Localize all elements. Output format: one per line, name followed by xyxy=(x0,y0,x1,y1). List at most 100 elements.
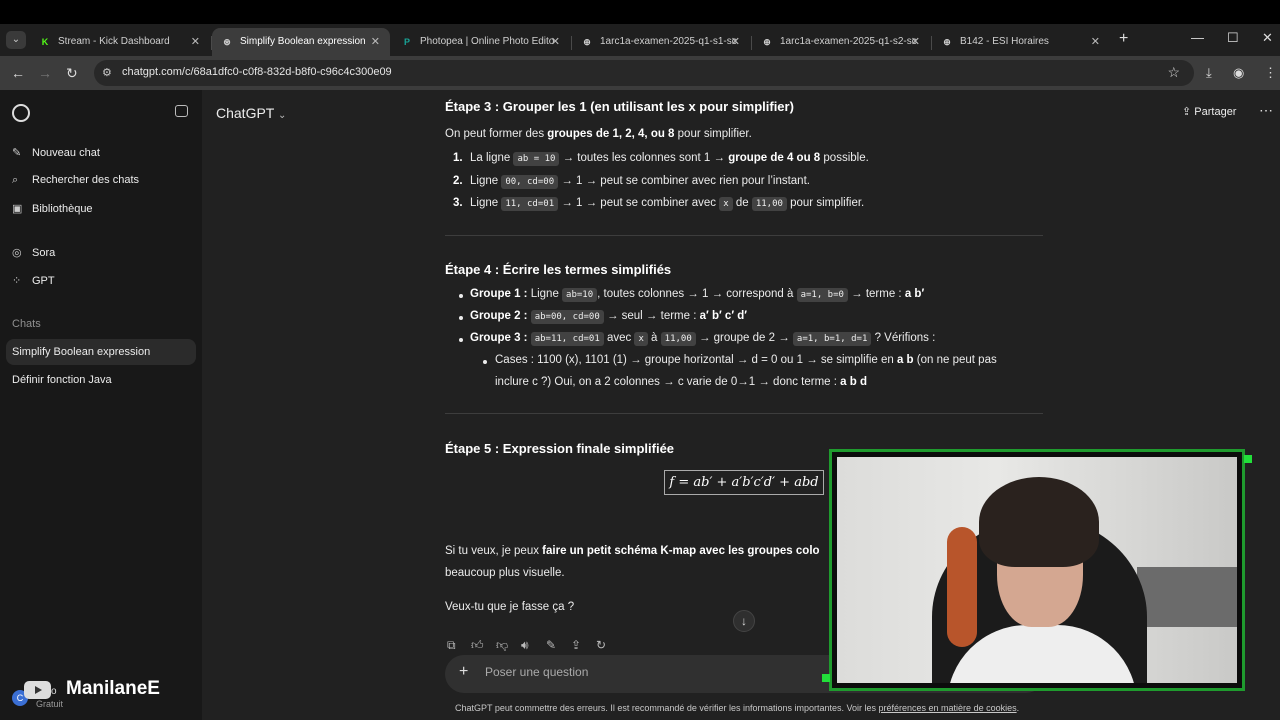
tab-simplify-boolean[interactable]: ⊛ Simplify Boolean expression ✕ xyxy=(212,28,390,56)
webcam-overlay xyxy=(829,449,1245,691)
back-icon[interactable]: ← xyxy=(11,65,25,81)
forward-icon[interactable]: → xyxy=(38,65,52,81)
tab-title: B142 - ESI Horaires xyxy=(960,36,1049,47)
chat-item-java[interactable]: Définir fonction Java xyxy=(6,367,196,393)
scroll-down-button[interactable]: ↓ xyxy=(733,610,755,632)
maximize-icon[interactable]: ☐ xyxy=(1227,30,1239,46)
step4-title: Étape 4 : Écrire les termes simplifiés xyxy=(445,262,672,277)
minimize-icon[interactable]: — xyxy=(1191,30,1204,45)
step5-title: Étape 5 : Expression finale simplifiée xyxy=(445,441,675,456)
tab-kick-dashboard[interactable]: K Stream - Kick Dashboard ✕ xyxy=(30,28,210,56)
sidebar-item-gpt[interactable]: ⁘ GPT xyxy=(12,274,55,287)
tab-title: Photopea | Online Photo Edito xyxy=(420,36,555,47)
tab-bar: ⌄ K Stream - Kick Dashboard ✕ ⊛ Simplify… xyxy=(0,24,1280,56)
divider xyxy=(445,413,1043,414)
sidebar: ✎ Nouveau chat ⌕ Rechercher des chats ▣ Bib… xyxy=(0,90,202,720)
library-icon: ▣ xyxy=(12,203,23,215)
gpt-grid-icon: ⁘ xyxy=(12,275,22,287)
sora-icon: ◎ xyxy=(12,247,22,259)
close-icon[interactable]: ✕ xyxy=(191,28,200,56)
profile-icon[interactable]: ◉ xyxy=(1233,65,1244,81)
overlay-corner-marker xyxy=(1244,455,1252,463)
thumbs-up-icon[interactable]: 👍︎ xyxy=(471,638,484,653)
offer-text: Si tu veux, je peux faire un petit schém… xyxy=(445,545,820,557)
chats-heading: Chats xyxy=(12,318,41,330)
site-settings-icon[interactable]: ⚙ xyxy=(102,66,112,79)
close-icon[interactable]: ✕ xyxy=(911,28,920,56)
list-item: Groupe 2 : ab=00, cd=00 → seul → terme :… xyxy=(470,310,748,324)
disclaimer: ChatGPT peut commettre des erreurs. Il e… xyxy=(455,703,1020,713)
offer-text-line2: beaucoup plus visuelle. xyxy=(445,567,565,579)
close-icon[interactable]: ✕ xyxy=(371,28,380,56)
edit-pen-icon[interactable]: ✎ xyxy=(546,638,556,652)
thumbs-down-icon[interactable]: 👎︎ xyxy=(496,638,508,653)
tab-search-icon[interactable]: ⌄ xyxy=(6,31,26,49)
chevron-down-icon: ⌄ xyxy=(278,110,287,121)
chat-item-simplify-boolean[interactable]: Simplify Boolean expression xyxy=(6,339,196,365)
address-bar[interactable]: ⚙ chatgpt.com/c/68a1dfc0-c0f8-832d-b8f0-… xyxy=(94,60,1194,86)
url-text[interactable]: chatgpt.com/c/68a1dfc0-c0f8-832d-b8f0-c9… xyxy=(122,66,392,78)
window-close-icon[interactable]: ✕ xyxy=(1262,30,1273,46)
sub-list-item: Cases : 1100 (x), 1101 (1) → groupe hori… xyxy=(495,354,997,366)
list-item: Ligne 00, cd=00 → 1 → peut se combiner a… xyxy=(470,175,810,189)
sidebar-item-search-chats[interactable]: ⌕ Rechercher des chats xyxy=(12,174,139,187)
tab-title: 1arc1a-examen-2025-q1-s1-sc xyxy=(600,36,737,47)
kick-favicon-icon: K xyxy=(41,37,49,47)
chatgpt-favicon-icon: ⊛ xyxy=(223,37,231,47)
user-plan: Gratuit xyxy=(36,699,64,709)
globe-icon: ⊕ xyxy=(763,37,771,47)
list-number: 3. xyxy=(453,197,463,209)
tab-title: Stream - Kick Dashboard xyxy=(58,36,170,47)
chatgpt-logo-icon[interactable] xyxy=(12,104,30,122)
reload-icon[interactable]: ↻ xyxy=(66,65,78,82)
sidebar-item-sora[interactable]: ◎ Sora xyxy=(12,246,55,259)
question-text: Veux-tu que je fasse ça ? xyxy=(445,601,575,613)
browser-toolbar: ← → ↻ ⚙ chatgpt.com/c/68a1dfc0-c0f8-832d… xyxy=(0,56,1280,90)
plus-icon[interactable]: + xyxy=(459,663,468,681)
regenerate-icon[interactable]: ↻ xyxy=(596,638,606,652)
close-icon[interactable]: ✕ xyxy=(1091,28,1100,56)
bookmark-star-icon[interactable]: ☆ xyxy=(1167,64,1180,81)
share-icon[interactable]: ⇪ xyxy=(571,638,581,652)
tab-examen-s2[interactable]: ⊕ 1arc1a-examen-2025-q1-s2-sc ✕ xyxy=(752,28,930,56)
read-aloud-icon[interactable]: 🔊︎ xyxy=(521,638,529,653)
list-item: Ligne 11, cd=01 → 1 → peut se combiner a… xyxy=(470,197,865,211)
divider xyxy=(445,235,1043,236)
search-icon: ⌕ xyxy=(12,174,19,186)
share-button[interactable]: ⇪ Partager xyxy=(1182,105,1236,118)
edit-icon: ✎ xyxy=(12,147,22,159)
copy-icon[interactable]: ⧉ xyxy=(447,638,456,653)
close-icon[interactable]: ✕ xyxy=(731,28,740,56)
globe-icon: ⊕ xyxy=(943,37,951,47)
menu-kebab-icon[interactable]: ⋮ xyxy=(1264,65,1277,81)
new-tab-icon[interactable]: + xyxy=(1119,30,1128,48)
list-item: Groupe 3 : ab=11, cd=01 avec x à 11,00 →… xyxy=(470,332,936,346)
sidebar-item-library[interactable]: ▣ Bibliothèque xyxy=(12,202,93,215)
more-options-icon[interactable]: ⋯ xyxy=(1259,102,1273,119)
step3-title: Étape 3 : Grouper les 1 (en utilisant le… xyxy=(445,99,794,114)
download-icon[interactable]: ⤓ xyxy=(1206,65,1212,81)
list-item: La ligne ab = 10 → toutes les colonnes s… xyxy=(470,152,869,166)
close-icon[interactable]: ✕ xyxy=(551,28,560,56)
final-formula: f = ab′ + a′b′c′d′ + abd xyxy=(664,470,824,495)
sub-list-item-continuation: inclure c ?) Oui, on a 2 colonnes → c va… xyxy=(495,376,868,388)
list-number: 1. xyxy=(453,152,463,164)
cookie-preferences-link[interactable]: préférences en matière de cookies xyxy=(879,703,1017,713)
tab-title: Simplify Boolean expression xyxy=(240,36,366,47)
window-top-strip xyxy=(0,0,1280,24)
overlay-corner-marker xyxy=(822,674,830,682)
tab-esi-horaires[interactable]: ⊕ B142 - ESI Horaires ✕ xyxy=(932,28,1110,56)
globe-icon: ⊕ xyxy=(583,37,591,47)
tab-photopea[interactable]: P Photopea | Online Photo Edito ✕ xyxy=(392,28,570,56)
step3-intro: On peut former des groupes de 1, 2, 4, o… xyxy=(445,128,752,140)
list-number: 2. xyxy=(453,175,463,187)
list-item: Groupe 1 : Ligne ab=10, toutes colonnes … xyxy=(470,288,925,302)
tab-title: 1arc1a-examen-2025-q1-s2-sc xyxy=(780,36,917,47)
photopea-favicon-icon: P xyxy=(403,37,410,47)
model-selector[interactable]: ChatGPT ⌄ xyxy=(216,105,286,121)
youtube-logo-icon xyxy=(24,681,51,699)
sidebar-item-new-chat[interactable]: ✎ Nouveau chat xyxy=(12,146,100,159)
sidebar-toggle-icon[interactable] xyxy=(175,105,188,117)
tab-examen-s1[interactable]: ⊕ 1arc1a-examen-2025-q1-s1-sc ✕ xyxy=(572,28,750,56)
watermark-name: ManilaneE xyxy=(66,678,160,699)
